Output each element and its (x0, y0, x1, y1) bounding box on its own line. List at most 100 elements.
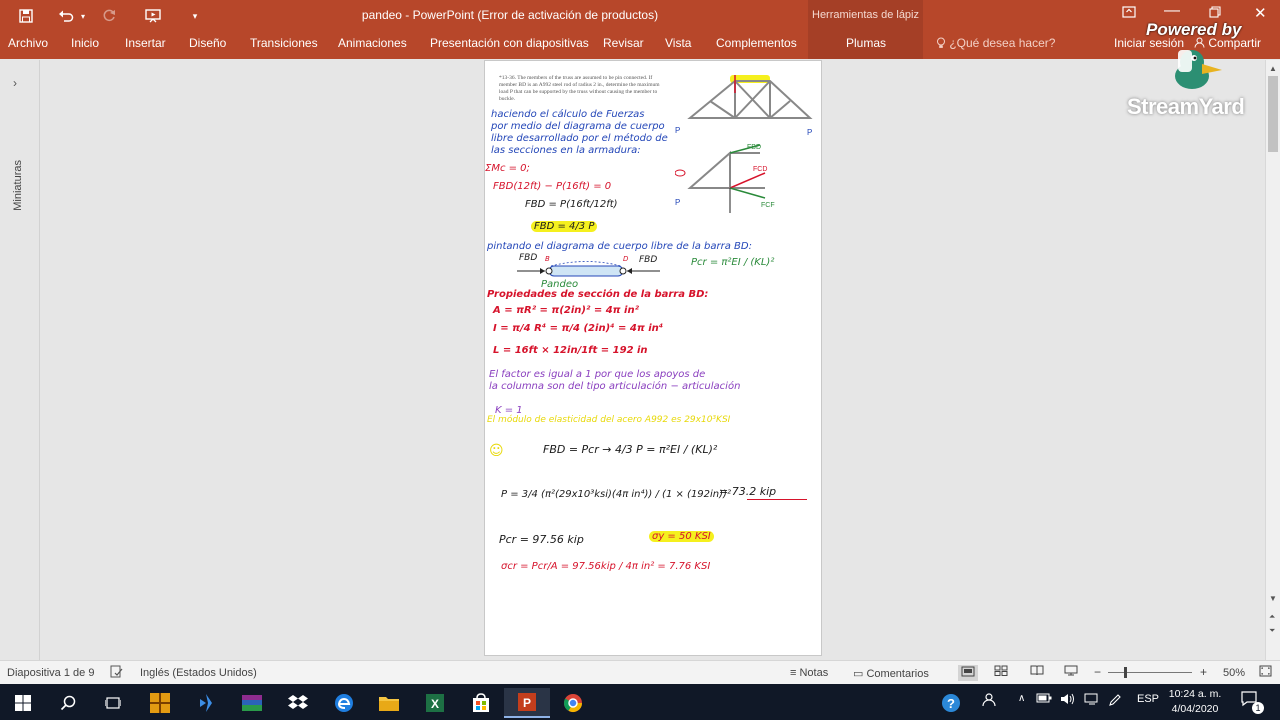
tab-complementos[interactable]: Complementos (716, 36, 797, 50)
excel-icon[interactable]: X (412, 688, 458, 718)
zoom-level[interactable]: 50% (1223, 667, 1245, 679)
zoom-in-icon[interactable]: + (1200, 665, 1207, 679)
slide-sorter-icon[interactable] (994, 665, 1008, 679)
help-icon[interactable]: ? (928, 688, 974, 718)
tab-revisar[interactable]: Revisar (603, 36, 644, 50)
visual-studio-icon[interactable] (183, 688, 229, 718)
tab-presentacion[interactable]: Presentación con diapositivas (430, 36, 589, 50)
tab-transiciones[interactable]: Transiciones (250, 36, 318, 50)
start-button-icon[interactable] (0, 688, 46, 718)
truss-top (687, 80, 813, 119)
thumbnails-label[interactable]: Miniaturas (12, 160, 24, 211)
tray-overflow-icon[interactable]: ∧ (1018, 693, 1025, 704)
comments-label: Comentarios (866, 668, 929, 680)
k-factor-line-1: El factor es igual a 1 por que los apoyo… (489, 369, 706, 380)
undo-dropdown-icon[interactable]: ▾ (77, 4, 89, 28)
people-icon[interactable] (982, 693, 996, 710)
status-bar: Diapositiva 1 de 9 Inglés (Estados Unido… (0, 660, 1280, 684)
notes-button[interactable]: ≡ Notas (790, 667, 828, 679)
normal-view-icon[interactable] (958, 665, 978, 681)
winrar-icon[interactable] (229, 688, 275, 718)
undo-icon[interactable] (54, 4, 78, 28)
system-clock[interactable]: 10:24 a. m. 4/04/2020 (1160, 687, 1230, 717)
ribbon-tabs: Archivo Inicio Insertar Diseño Transicio… (0, 32, 1280, 59)
dropbox-icon[interactable] (275, 688, 321, 718)
area-equation: A = πR² = π(2in)² = 4π in² (493, 305, 639, 316)
next-slide-icon[interactable]: ⏷ (1269, 626, 1275, 636)
edge-browser-icon[interactable] (321, 688, 367, 718)
restore-icon[interactable] (1209, 6, 1221, 21)
contextual-group-label: Herramientas de lápiz (812, 9, 919, 21)
app-grid-icon[interactable] (137, 688, 183, 718)
scroll-down-arrow-icon[interactable]: ▼ (1269, 594, 1277, 603)
zoom-slider-knob[interactable] (1124, 667, 1127, 678)
zoom-out-icon[interactable]: − (1094, 665, 1101, 679)
slide-info[interactable]: Diapositiva 1 de 9 (7, 667, 94, 679)
comments-button[interactable]: ▭ Comentarios (853, 667, 929, 680)
notes-icon: ≡ (790, 667, 797, 679)
file-explorer-icon[interactable] (366, 688, 412, 718)
section-props-title: Propiedades de sección de la barra BD: (487, 289, 709, 300)
slide-canvas[interactable]: *13-36. The members of the truss are ass… (484, 60, 822, 656)
tell-me-text: ¿Qué desea hacer? (949, 36, 1056, 50)
scrollbar-thumb[interactable] (1268, 76, 1278, 152)
fit-slide-icon[interactable] (1259, 665, 1272, 680)
tab-archivo[interactable]: Archivo (8, 36, 48, 50)
tell-me-box[interactable]: ¿Qué desea hacer? (936, 36, 1055, 50)
store-icon[interactable] (458, 688, 504, 718)
vertical-scrollbar[interactable]: ▲ ▼ ⏶ ⏷ (1265, 60, 1280, 660)
sigma-yield: σy = 50 KSI (649, 531, 714, 542)
customize-qat-icon[interactable]: ▾ (186, 4, 204, 28)
truss-fcf-label: FCF (761, 202, 775, 209)
reading-view-icon[interactable] (1030, 665, 1044, 679)
truss-fbd-label: FBD (747, 144, 761, 151)
tab-insertar[interactable]: Insertar (125, 36, 166, 50)
tab-plumas[interactable]: Plumas (846, 36, 886, 50)
truss-p-right: P (807, 128, 812, 137)
previous-slide-icon[interactable]: ⏶ (1269, 612, 1275, 622)
modulus-note: El módulo de elasticidad del acero A992 … (487, 415, 731, 425)
minimize-icon[interactable]: — (1164, 2, 1180, 20)
tab-vista[interactable]: Vista (665, 36, 691, 50)
close-icon[interactable]: ✕ (1254, 4, 1267, 22)
title-bar: ▾ ▾ pandeo - PowerPoint (Error de activa… (0, 0, 1280, 58)
input-language[interactable]: ESP (1137, 693, 1159, 705)
task-view-icon[interactable] (90, 688, 136, 718)
notification-badge: 1 (1252, 702, 1264, 714)
truss-fcd-label: FCD (753, 166, 767, 173)
search-icon[interactable] (45, 688, 91, 718)
length-equation: L = 16ft × 12in/1ft = 192 in (493, 345, 648, 356)
tab-animaciones[interactable]: Animaciones (338, 36, 407, 50)
note-line-3: libre desarrollado por el método de (491, 133, 668, 144)
network-icon[interactable] (1084, 693, 1100, 708)
fbd-left-label: FBD (519, 253, 538, 263)
truss-p-left: P (675, 126, 680, 135)
battery-icon[interactable] (1036, 693, 1052, 706)
note-line-4: las secciones en la armadura: (491, 145, 641, 156)
point-b-label: B (545, 255, 550, 263)
expand-thumbnails-icon[interactable]: › (13, 76, 17, 90)
fbd-title: pintando el diagrama de cuerpo libre de … (487, 241, 752, 252)
zoom-slider[interactable] (1108, 672, 1192, 673)
spell-check-icon[interactable] (110, 665, 123, 681)
comment-icon: ▭ (853, 668, 864, 680)
fcf-arrow (729, 187, 766, 199)
slideshow-view-icon[interactable] (1064, 665, 1078, 679)
ribbon-display-options-icon[interactable] (1122, 6, 1136, 21)
svg-text:P: P (523, 696, 531, 710)
volume-icon[interactable] (1060, 693, 1076, 708)
chrome-icon[interactable] (550, 688, 596, 718)
tab-inicio[interactable]: Inicio (71, 36, 99, 50)
truss-diagram: P P FBD FCD FCF P (675, 75, 813, 213)
equation-4: FBD = Pcr → 4/3 P = π²EI / (KL)² (543, 443, 718, 456)
language-status[interactable]: Inglés (Estados Unidos) (140, 667, 257, 679)
scroll-up-arrow-icon[interactable]: ▲ (1269, 64, 1277, 73)
pen-workspace-icon[interactable] (1108, 693, 1122, 710)
start-from-beginning-icon[interactable] (142, 4, 164, 28)
result-underline (747, 499, 807, 500)
tab-diseno[interactable]: Diseño (189, 36, 226, 50)
powerpoint-taskbar-icon[interactable]: P (504, 688, 550, 718)
save-icon[interactable] (14, 4, 38, 28)
redo-icon[interactable] (98, 4, 120, 28)
svg-text:X: X (431, 697, 439, 711)
